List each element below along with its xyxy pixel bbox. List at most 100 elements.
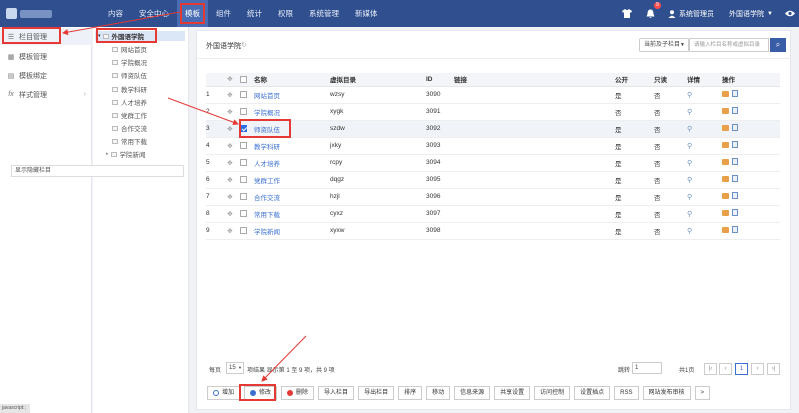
magnifier-icon[interactable]: ⚲ <box>687 160 692 167</box>
nav-system[interactable]: 系统管理 <box>301 0 347 27</box>
delete-button[interactable]: 删除 <box>281 386 315 400</box>
row-checkbox[interactable] <box>240 124 247 132</box>
magnifier-icon[interactable]: ⚲ <box>687 92 692 99</box>
tree-node[interactable]: 师资队伍 <box>112 70 147 80</box>
column-name-link[interactable]: 党群工作 <box>254 171 330 189</box>
tree-node[interactable]: 人才培养 <box>112 97 147 107</box>
tree-node[interactable]: ▸ 学院新闻 <box>106 149 146 159</box>
edit-icon[interactable] <box>722 159 729 165</box>
nav-content[interactable]: 内容 <box>100 0 131 27</box>
edit-icon[interactable] <box>722 193 729 199</box>
add-button[interactable]: 增加 <box>207 386 241 400</box>
publish-review-button[interactable]: 网站发布审核 <box>642 386 691 400</box>
doc-icon[interactable] <box>732 226 738 233</box>
column-name-link[interactable]: 合作交流 <box>254 188 330 206</box>
column-name-link[interactable]: 学院概况 <box>254 103 330 121</box>
tree-node[interactable]: 教学科研 <box>112 84 147 94</box>
row-checkbox[interactable] <box>240 192 247 200</box>
move-button[interactable]: 移动 <box>426 386 451 400</box>
magnifier-icon[interactable]: ⚲ <box>687 143 692 150</box>
bell-icon[interactable]: 9 <box>646 0 661 27</box>
nav-security[interactable]: 安全中心 <box>131 0 177 27</box>
export-button[interactable]: 导出栏目 <box>358 386 395 400</box>
shirt-icon[interactable] <box>622 0 632 27</box>
drag-handle-icon[interactable]: ✥ <box>227 177 232 184</box>
sidebar-item-style-manage[interactable]: fx 样式管理 › <box>0 86 92 103</box>
edit-icon[interactable] <box>722 91 729 97</box>
magnifier-icon[interactable]: ⚲ <box>687 211 692 218</box>
drag-handle-icon[interactable]: ✥ <box>227 211 232 218</box>
row-checkbox[interactable] <box>240 158 247 166</box>
nav-permission[interactable]: 权限 <box>270 0 301 27</box>
next-page-button[interactable]: › <box>751 363 764 375</box>
row-checkbox[interactable] <box>240 90 247 98</box>
edit-icon[interactable] <box>722 125 729 131</box>
edit-icon[interactable] <box>722 210 729 216</box>
import-button[interactable]: 导入栏目 <box>318 386 355 400</box>
info-source-button[interactable]: 信息来源 <box>454 386 491 400</box>
nav-template[interactable]: 模板 <box>177 0 208 27</box>
edit-button[interactable]: 修改 <box>244 386 278 400</box>
first-page-button[interactable]: |‹ <box>704 363 717 375</box>
drag-handle-icon[interactable]: ✥ <box>227 92 232 99</box>
page-number-button[interactable]: 1 <box>735 363 748 375</box>
edit-icon[interactable] <box>722 227 729 233</box>
edit-icon[interactable] <box>722 176 729 182</box>
nav-stats[interactable]: 统计 <box>239 0 270 27</box>
magnifier-icon[interactable]: ⚲ <box>687 126 692 133</box>
sidebar-item-template-bind[interactable]: ▤ 模板绑定 <box>0 67 92 84</box>
rss-button[interactable]: RSS <box>614 386 639 400</box>
column-name-link[interactable]: 学院新闻 <box>254 222 330 240</box>
search-button[interactable]: ⌕ <box>770 38 786 52</box>
search-input[interactable]: 请输入栏目名称或虚拟目录 <box>689 38 769 52</box>
drag-handle-icon[interactable]: ✥ <box>227 194 232 201</box>
tree-node[interactable]: 合作交流 <box>112 123 147 133</box>
row-checkbox[interactable] <box>240 226 247 234</box>
table-row[interactable]: 8 ✥ 常用下载 cyxz 3097 是否 ⚲ <box>206 205 780 223</box>
doc-icon[interactable] <box>732 209 738 216</box>
edit-icon[interactable] <box>722 108 729 114</box>
drag-handle-icon[interactable]: ✥ <box>227 228 232 235</box>
magnifier-icon[interactable]: ⚲ <box>687 194 692 201</box>
nav-component[interactable]: 组件 <box>208 0 239 27</box>
column-name-link[interactable]: 常用下载 <box>254 205 330 223</box>
access-control-button[interactable]: 访问控制 <box>534 386 571 400</box>
select-all-checkbox[interactable] <box>240 75 247 83</box>
doc-icon[interactable] <box>732 90 738 97</box>
column-name-link[interactable]: 教学科研 <box>254 137 330 155</box>
edit-icon[interactable] <box>722 142 729 148</box>
more-button[interactable]: > <box>694 386 711 400</box>
eye-icon[interactable] <box>785 0 795 27</box>
table-row[interactable]: 9 ✥ 学院新闻 xyxw 3098 是否 ⚲ <box>206 222 780 240</box>
nav-newmedia[interactable]: 新媒体 <box>347 0 386 27</box>
scope-select[interactable]: 当前及子栏目 ▼ <box>639 38 689 52</box>
prev-page-button[interactable]: ‹ <box>719 363 732 375</box>
doc-icon[interactable] <box>732 124 738 131</box>
drag-handle-icon[interactable]: ✥ <box>227 143 232 150</box>
doc-icon[interactable] <box>732 158 738 165</box>
tree-node[interactable]: 党群工作 <box>112 110 147 120</box>
doc-icon[interactable] <box>732 107 738 114</box>
plugin-settings-button[interactable]: 设置插点 <box>574 386 611 400</box>
tree-node[interactable]: 网站首页 <box>112 44 147 54</box>
table-row[interactable]: 7 ✥ 合作交流 hzjl 3096 是否 ⚲ <box>206 188 780 206</box>
refresh-icon[interactable]: ↻ <box>241 41 247 49</box>
table-row[interactable]: 1 ✥ 网站首页 wzsy 3090 是否 ⚲ <box>206 86 780 104</box>
doc-icon[interactable] <box>732 192 738 199</box>
column-name-link[interactable]: 人才培养 <box>254 154 330 172</box>
site-switcher[interactable]: 外国语学院 ▼ <box>729 0 773 27</box>
tree-node[interactable]: 学院概况 <box>112 57 147 67</box>
per-page-select[interactable]: 15 ▼ <box>226 362 244 374</box>
row-checkbox[interactable] <box>240 107 247 115</box>
table-row[interactable]: 2 ✥ 学院概况 xygk 3091 否否 ⚲ <box>206 103 780 121</box>
drag-handle-icon[interactable]: ✥ <box>227 126 232 133</box>
magnifier-icon[interactable]: ⚲ <box>687 177 692 184</box>
show-hidden-columns[interactable]: 显示隐藏栏目 <box>11 165 184 177</box>
row-checkbox[interactable] <box>240 175 247 183</box>
drag-handle-icon[interactable]: ✥ <box>227 109 232 116</box>
doc-icon[interactable] <box>732 141 738 148</box>
table-row[interactable]: 5 ✥ 人才培养 rcpy 3094 是否 ⚲ <box>206 154 780 172</box>
user-menu[interactable]: 系统管理员 <box>668 0 714 27</box>
jump-input[interactable]: 1 <box>632 362 662 374</box>
column-name-link[interactable]: 网站首页 <box>254 86 330 104</box>
